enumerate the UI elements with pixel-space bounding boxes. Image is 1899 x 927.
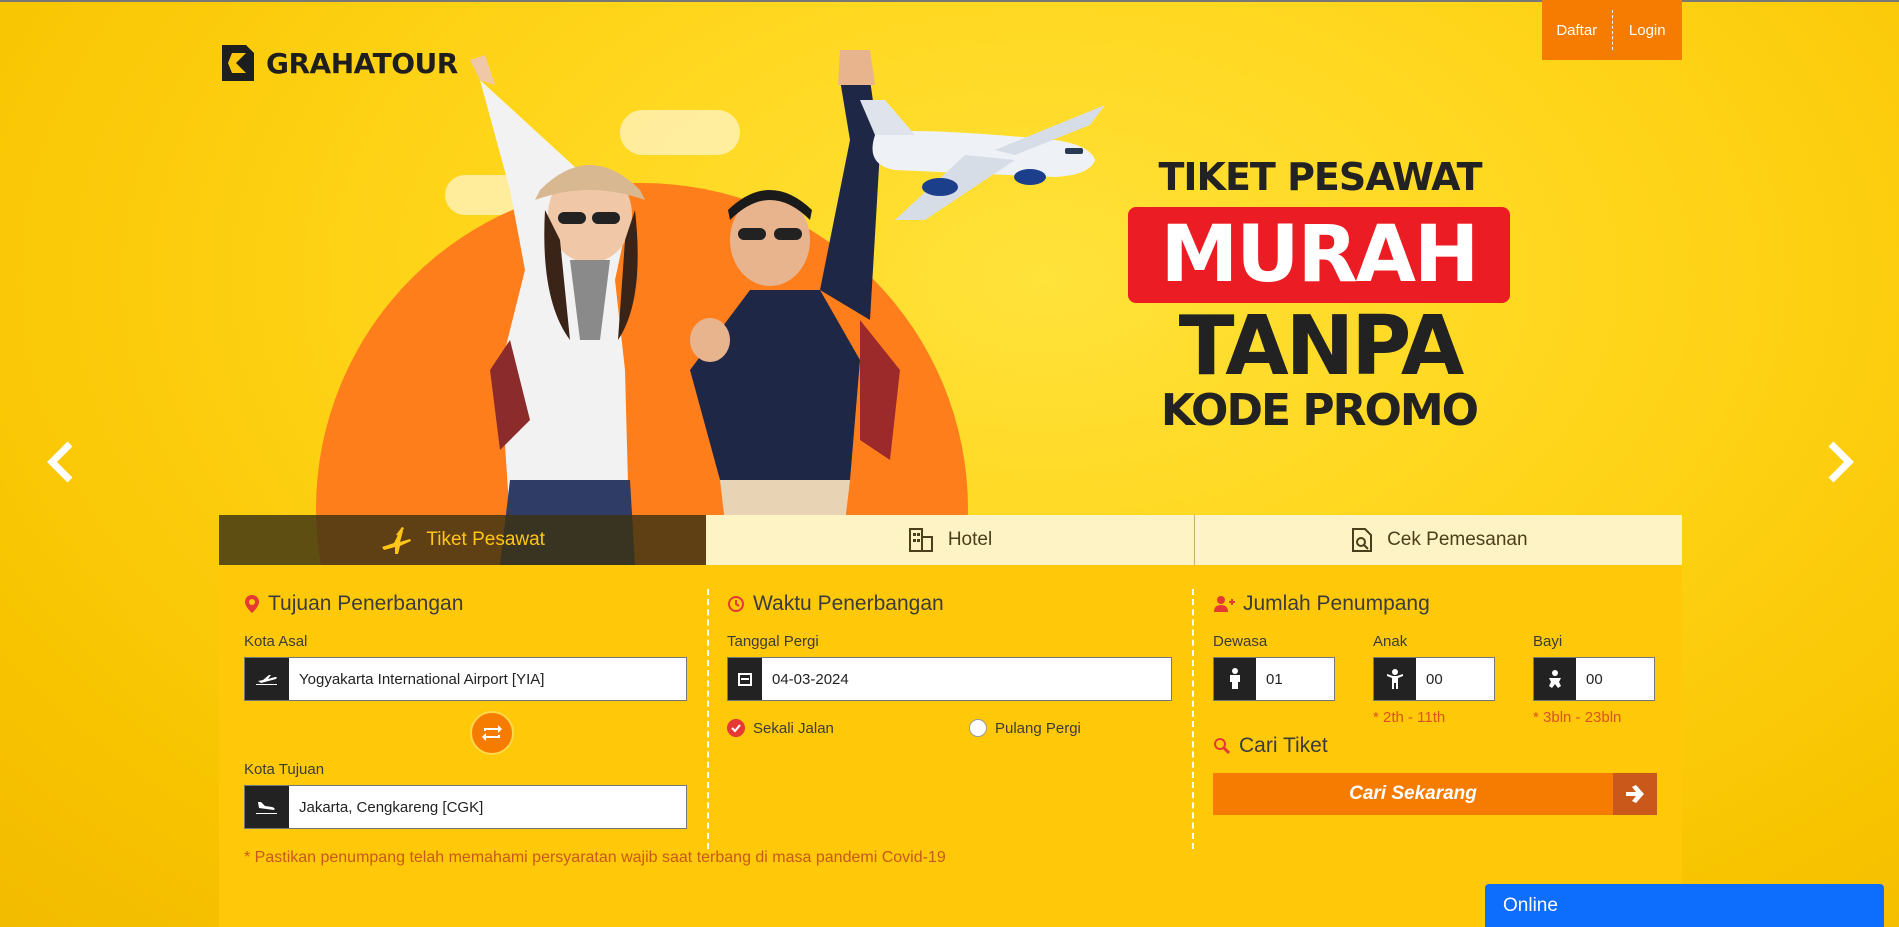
add-user-icon — [1214, 596, 1235, 612]
infant-label: Bayi — [1533, 633, 1563, 650]
route-title: Tujuan Penerbangan — [244, 589, 687, 619]
child-age-note: * 2th - 11th — [1373, 709, 1446, 726]
passengers-title-text: Jumlah Penumpang — [1243, 592, 1430, 615]
infant-value: 00 — [1586, 670, 1603, 688]
round-trip-label: Pulang Pergi — [995, 719, 1081, 737]
tab-label: Hotel — [947, 529, 993, 550]
unchecked-radio-icon — [969, 719, 987, 737]
schedule-section: Waktu Penerbangan Tanggal Pergi 04-03-20… — [727, 589, 1172, 737]
infant-icon — [1534, 658, 1576, 700]
takeoff-icon — [245, 658, 289, 700]
brand-name: GRAHATOUR — [266, 46, 458, 80]
building-icon — [908, 528, 933, 552]
one-way-label: Sekali Jalan — [753, 719, 834, 737]
origin-value: Yogyakarta International Airport [YIA] — [299, 670, 545, 688]
passengers-title: Jumlah Penumpang — [1213, 589, 1657, 619]
tab-label: Cek Pemesanan — [1387, 529, 1528, 550]
infant-age-note: * 3bln - 23bln — [1533, 709, 1622, 726]
destination-field[interactable]: Jakarta, Cengkareng [CGK] — [244, 785, 687, 829]
adult-input[interactable]: 01 — [1213, 657, 1335, 701]
carousel-prev-arrow[interactable] — [42, 440, 78, 484]
chevron-right-icon — [1828, 441, 1854, 483]
calendar-icon — [728, 658, 762, 700]
date-label: Tanggal Pergi — [727, 633, 819, 650]
headline-line3: TANPA — [1178, 299, 1465, 394]
tab-hotel[interactable]: Hotel — [706, 515, 1194, 565]
register-link[interactable]: Daftar — [1542, 22, 1612, 39]
auth-bar: Daftar Login — [1542, 0, 1682, 60]
passenger-counters: Dewasa 01 Anak 00 * 2th - 11th Bayi 00 *… — [1213, 619, 1657, 727]
flight-search-panel: Tujuan Penerbangan Kota Asal Yogyakarta … — [219, 565, 1682, 927]
adult-value: 01 — [1266, 670, 1283, 688]
arrow-right-icon — [1613, 773, 1657, 815]
search-icon — [1214, 738, 1231, 755]
child-value: 00 — [1426, 670, 1443, 688]
departure-date-field[interactable]: 04-03-2024 — [727, 657, 1172, 701]
adult-icon — [1214, 658, 1256, 700]
route-title-text: Tujuan Penerbangan — [268, 592, 464, 615]
origin-label: Kota Asal — [244, 633, 308, 650]
trip-type-options: Sekali Jalan Pulang Pergi — [727, 719, 1172, 737]
child-counter: Anak 00 * 2th - 11th — [1373, 619, 1495, 727]
search-title-text: Cari Tiket — [1239, 734, 1328, 757]
adult-counter: Dewasa 01 — [1213, 619, 1335, 727]
origin-field[interactable]: Yogyakarta International Airport [YIA] — [244, 657, 687, 701]
logo-mark-icon — [222, 45, 254, 81]
swap-icon — [482, 725, 502, 741]
brand-logo[interactable]: GRAHATOUR — [218, 40, 458, 86]
online-chat-widget[interactable]: Online — [1485, 884, 1884, 927]
schedule-title: Waktu Penerbangan — [727, 589, 1172, 619]
adult-label: Dewasa — [1213, 633, 1268, 650]
landing-icon — [245, 786, 289, 828]
child-icon — [1374, 658, 1416, 700]
map-pin-icon — [245, 595, 259, 613]
checked-radio-icon — [727, 719, 745, 737]
tab-label: Tiket Pesawat — [426, 529, 545, 550]
headline-line4: KODE PROMO — [1160, 385, 1479, 436]
passengers-section: Jumlah Penumpang Dewasa 01 Anak 00 * 2th… — [1213, 589, 1657, 815]
search-title: Cari Tiket — [1213, 731, 1657, 761]
document-search-icon — [1352, 528, 1373, 552]
airplanes-icon — [382, 527, 412, 554]
column-divider — [707, 589, 709, 849]
destination-value: Jakarta, Cengkareng [CGK] — [299, 798, 484, 816]
column-divider — [1192, 589, 1194, 849]
swap-route-button[interactable] — [470, 711, 514, 755]
carousel-next-arrow[interactable] — [1823, 440, 1859, 484]
chevron-left-icon — [47, 441, 73, 483]
schedule-title-text: Waktu Penerbangan — [753, 592, 944, 615]
destination-label: Kota Tujuan — [244, 761, 325, 778]
tab-flight-ticket[interactable]: Tiket Pesawat — [219, 515, 707, 565]
one-way-radio[interactable]: Sekali Jalan — [727, 719, 969, 737]
child-label: Anak — [1373, 633, 1408, 650]
search-now-button[interactable]: Cari Sekarang — [1213, 773, 1657, 815]
booking-tabs: Tiket Pesawat Hotel Cek Pemesanan — [219, 515, 1682, 565]
search-now-label: Cari Sekarang — [1213, 773, 1613, 815]
clock-icon — [728, 596, 744, 612]
child-input[interactable]: 00 — [1373, 657, 1495, 701]
headline-murah: MURAH — [1128, 207, 1510, 303]
tab-check-booking[interactable]: Cek Pemesanan — [1193, 515, 1682, 565]
banner-headline: TIKET PESAWAT MURAH TANPA KODE PROMO — [1100, 155, 1620, 433]
infant-input[interactable]: 00 — [1533, 657, 1655, 701]
round-trip-radio[interactable]: Pulang Pergi — [969, 719, 1081, 737]
covid-notice: * Pastikan penumpang telah memahami pers… — [244, 849, 946, 866]
route-section: Tujuan Penerbangan Kota Asal Yogyakarta … — [244, 589, 687, 829]
infant-counter: Bayi 00 * 3bln - 23bln — [1533, 619, 1655, 727]
login-link[interactable]: Login — [1613, 22, 1683, 39]
headline-line1: TIKET PESAWAT — [1158, 155, 1482, 199]
departure-date-value: 04-03-2024 — [772, 670, 849, 688]
